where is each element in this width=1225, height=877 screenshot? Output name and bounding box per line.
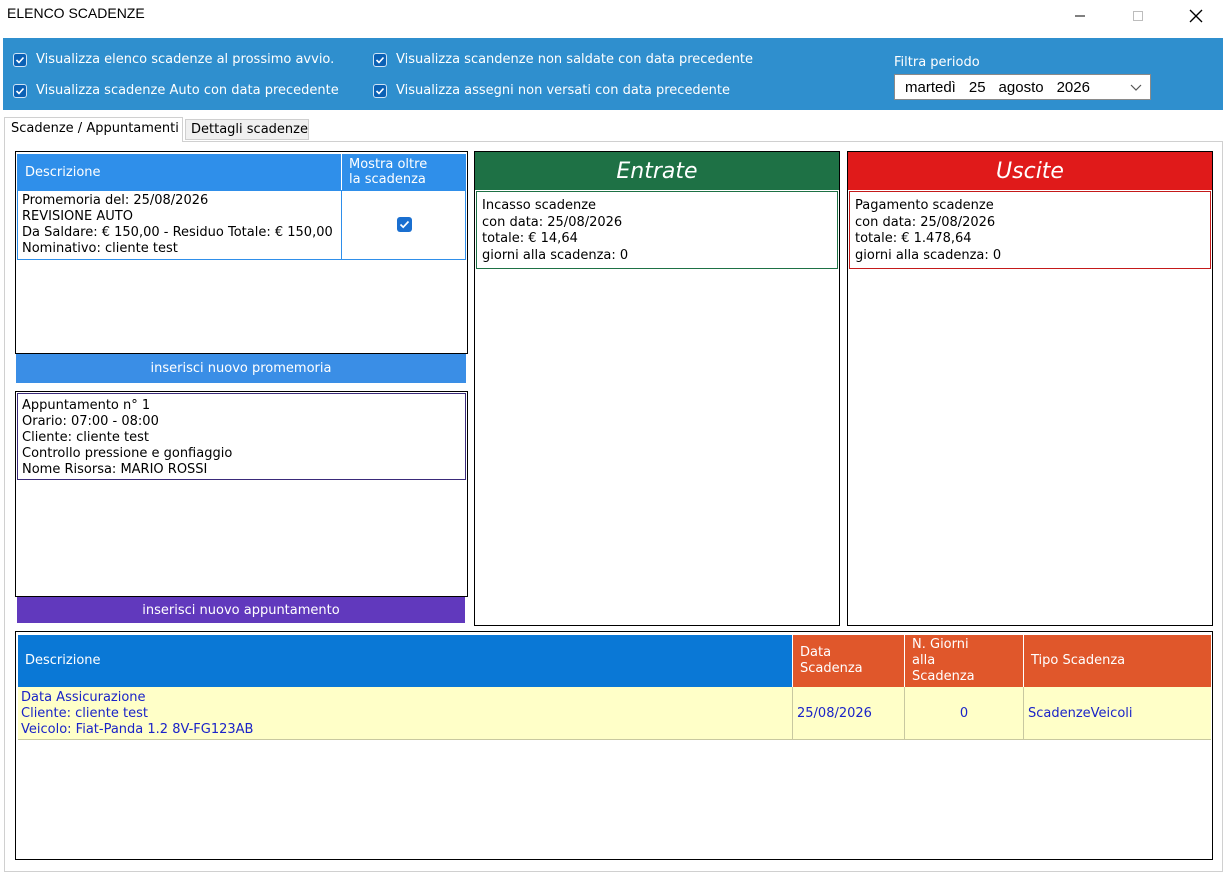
option-label: Visualizza scadenze Auto con data preced… bbox=[36, 83, 339, 98]
option-label: Visualizza scandenze non saldate con dat… bbox=[396, 52, 754, 67]
entrate-panel: Entrate Incasso scadenze con data: 25/08… bbox=[474, 151, 840, 626]
appointment-card[interactable]: Appuntamento n° 1 Orario: 07:00 - 08:00 … bbox=[17, 393, 466, 480]
minimize-icon bbox=[1075, 15, 1085, 17]
column-divider bbox=[1023, 687, 1024, 740]
date-month: agosto bbox=[998, 78, 1044, 96]
filter-period-label: Filtra periodo bbox=[894, 55, 980, 70]
option-show-next-start[interactable]: Visualizza elenco scadenze al prossimo a… bbox=[13, 52, 334, 67]
close-icon bbox=[1189, 9, 1203, 23]
checkbox-checked-icon[interactable] bbox=[13, 52, 27, 67]
options-panel: Visualizza elenco scadenze al prossimo a… bbox=[3, 38, 1223, 110]
date-picker[interactable]: martedì 25 agosto 2026 bbox=[894, 74, 1151, 100]
date-day: 25 bbox=[968, 78, 986, 96]
option-label: Visualizza elenco scadenze al prossimo a… bbox=[36, 52, 335, 67]
minimize-button[interactable] bbox=[1051, 0, 1109, 32]
add-reminder-button[interactable]: inserisci nuovo promemoria bbox=[16, 354, 466, 383]
window-title: ELENCO SCADENZE bbox=[7, 5, 145, 21]
grid-cell-description: Data Assicurazione Cliente: cliente test… bbox=[21, 689, 254, 737]
maximize-icon bbox=[1133, 11, 1143, 21]
option-show-auto-previous[interactable]: Visualizza scadenze Auto con data preced… bbox=[13, 83, 339, 98]
tab-scadenze-appuntamenti[interactable]: Scadenze / Appuntamenti bbox=[4, 117, 183, 142]
promemoria-show-checkbox[interactable] bbox=[397, 217, 412, 232]
grid-header-days[interactable]: N. Giorni alla Scadenza bbox=[905, 635, 1023, 687]
grid-cell-date: 25/08/2026 bbox=[797, 705, 872, 721]
deadlines-grid: Descrizione Data Scadenza N. Giorni alla… bbox=[15, 631, 1213, 860]
uscite-card[interactable]: Pagamento scadenze con data: 25/08/2026 … bbox=[849, 191, 1211, 269]
promemoria-header-show-beyond: Mostra oltre la scadenza bbox=[342, 154, 466, 190]
grid-header-date[interactable]: Data Scadenza bbox=[793, 635, 904, 687]
column-divider bbox=[792, 687, 793, 740]
entrate-title: Entrate bbox=[475, 152, 839, 190]
uscite-panel: Uscite Pagamento scadenze con data: 25/0… bbox=[847, 151, 1213, 626]
option-label: Visualizza assegni non versati con data … bbox=[396, 83, 731, 98]
appointment-text: Appuntamento n° 1 Orario: 07:00 - 08:00 … bbox=[22, 398, 233, 477]
grid-cell-type: ScadenzeVeicoli bbox=[1028, 705, 1133, 721]
checkmark-icon bbox=[399, 220, 410, 229]
entrate-card[interactable]: Incasso scadenze con data: 25/08/2026 to… bbox=[476, 191, 838, 269]
promemoria-row[interactable]: Promemoria del: 25/08/2026 REVISIONE AUT… bbox=[17, 190, 466, 260]
grid-header-description[interactable]: Descrizione bbox=[18, 635, 792, 687]
grid-header-type[interactable]: Tipo Scadenza bbox=[1024, 635, 1211, 687]
table-row[interactable]: Data Assicurazione Cliente: cliente test… bbox=[18, 687, 1211, 740]
add-appointment-button[interactable]: inserisci nuovo appuntamento bbox=[17, 597, 465, 623]
promemoria-row-text: Promemoria del: 25/08/2026 REVISIONE AUT… bbox=[22, 193, 333, 256]
close-button[interactable] bbox=[1167, 0, 1225, 32]
promemoria-panel: Descrizione Mostra oltre la scadenza Pro… bbox=[15, 151, 468, 354]
appointments-panel: Appuntamento n° 1 Orario: 07:00 - 08:00 … bbox=[15, 391, 468, 597]
checkbox-checked-icon[interactable] bbox=[13, 83, 27, 98]
grid-cell-days: 0 bbox=[959, 705, 969, 721]
maximize-button[interactable] bbox=[1109, 0, 1167, 32]
promemoria-header-description: Descrizione bbox=[17, 154, 341, 190]
chevron-down-icon bbox=[1130, 84, 1142, 91]
checkbox-checked-icon[interactable] bbox=[373, 83, 387, 98]
date-year: 2026 bbox=[1056, 78, 1090, 96]
checkbox-checked-icon[interactable] bbox=[373, 52, 387, 67]
title-bar: ELENCO SCADENZE bbox=[0, 0, 1225, 32]
date-weekday: martedì bbox=[905, 78, 956, 96]
tab-dettagli-scadenze[interactable]: Dettagli scadenze bbox=[185, 119, 309, 140]
option-show-unpaid-previous[interactable]: Visualizza scandenze non saldate con dat… bbox=[373, 52, 753, 67]
column-divider bbox=[341, 191, 342, 259]
uscite-title: Uscite bbox=[848, 152, 1212, 190]
option-show-checks-previous[interactable]: Visualizza assegni non versati con data … bbox=[373, 83, 730, 98]
